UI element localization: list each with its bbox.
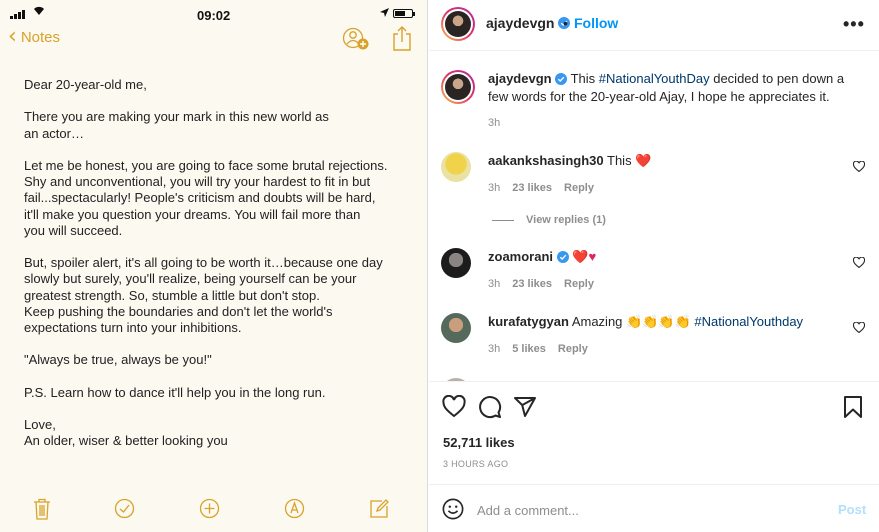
battery-icon — [393, 9, 415, 18]
chevron-left-icon: ‹ — [8, 24, 17, 49]
divider — [492, 219, 514, 221]
note-line: Keep pushing the boundaries and don't le… — [24, 303, 333, 319]
comment-time[interactable]: 3h — [488, 278, 500, 290]
post-timestamp[interactable]: 3 HOURS AGO — [443, 459, 508, 469]
comment-text: kurafatygyan Amazing 👏👏👏👏 #NationalYouth… — [488, 313, 858, 331]
share-icon[interactable] — [392, 26, 412, 52]
note-signature: An older, wiser & better looking you — [24, 433, 228, 449]
comment-time[interactable]: 3h — [488, 343, 500, 355]
heart-emoji: ❤️♥ — [572, 249, 597, 264]
comment-username[interactable]: kurafatygyan — [488, 314, 569, 329]
comment-username[interactable]: zoamorani — [488, 249, 553, 264]
location-arrow-icon — [380, 8, 389, 17]
comment-likes[interactable]: 5 likes — [512, 343, 546, 355]
trash-icon[interactable] — [33, 498, 51, 520]
post-actions — [429, 395, 879, 425]
comment-likes[interactable]: 23 likes — [512, 182, 552, 194]
heart-icon[interactable] — [853, 161, 865, 172]
comment-text: aakankshasingh30 This ❤️ — [488, 152, 858, 170]
heart-emoji: ❤️ — [635, 153, 652, 168]
header-separator: • — [563, 15, 568, 31]
signal-icon — [10, 10, 25, 19]
caption-meta: 3h — [488, 117, 500, 129]
avatar[interactable] — [441, 152, 471, 182]
avatar[interactable] — [441, 7, 475, 41]
emoji-icon[interactable] — [442, 498, 464, 520]
note-line: There you are making your mark in this n… — [24, 109, 329, 125]
like-icon[interactable] — [442, 395, 466, 419]
markup-pen-icon[interactable] — [284, 498, 305, 519]
verified-badge-icon — [555, 73, 568, 85]
note-line: Shy and unconventional, you will try you… — [24, 174, 371, 190]
back-label: Notes — [20, 28, 60, 46]
avatar[interactable] — [441, 313, 471, 343]
post-button[interactable]: Post — [838, 502, 866, 517]
header-username[interactable]: ajaydevgn — [486, 15, 554, 31]
comment-meta: 3h 23 likes Reply — [488, 278, 594, 290]
comment-username[interactable]: aakankshasingh30 — [488, 153, 604, 168]
wifi-icon — [34, 6, 44, 16]
comment-time[interactable]: 3h — [488, 182, 500, 194]
back-button[interactable]: ‹ Notes — [8, 24, 60, 49]
note-line: But, spoiler alert, it's all going to be… — [24, 255, 383, 271]
note-ps: P.S. Learn how to dance it'll help you i… — [24, 384, 326, 400]
caption-time[interactable]: 3h — [488, 117, 500, 129]
checkmark-circle-icon[interactable] — [114, 498, 135, 519]
post-header: ajaydevgn • Follow ••• — [429, 0, 879, 51]
comment-likes[interactable]: 23 likes — [512, 278, 552, 290]
comment-body: This — [607, 153, 636, 168]
note-quote: "Always be true, always be you!" — [24, 352, 212, 368]
comments-section[interactable]: ajaydevgn This #NationalYouthDay decided… — [429, 52, 879, 382]
note-line: greatest strength. So, stumble a little … — [24, 287, 320, 303]
avatar[interactable] — [441, 70, 475, 104]
caption-username[interactable]: ajaydevgn — [488, 71, 552, 86]
avatar[interactable] — [441, 378, 471, 381]
more-options-button[interactable]: ••• — [843, 14, 865, 35]
note-line: it'll make you question your dreams. You… — [24, 206, 361, 222]
reply-button[interactable]: Reply — [558, 343, 588, 355]
heart-icon[interactable] — [853, 322, 865, 333]
note-line: you will succeed. — [24, 222, 123, 238]
reply-button[interactable]: Reply — [564, 182, 594, 194]
note-line: expectations turn into your inhibitions. — [24, 320, 242, 335]
note-line: slowly but surely, you'll realize, being… — [24, 271, 357, 287]
comment-meta: 3h 23 likes Reply — [488, 182, 594, 194]
follow-button[interactable]: Follow — [574, 15, 618, 31]
share-icon[interactable] — [513, 395, 537, 419]
plus-circle-icon[interactable] — [199, 498, 220, 519]
instagram-post-panel: ajaydevgn • Follow ••• ajaydevgn This #N… — [429, 0, 879, 532]
note-line: Let me be honest, you are going to face … — [24, 157, 388, 173]
comment-meta: 3h 5 likes Reply — [488, 343, 588, 355]
caption-text-before: This — [570, 71, 599, 86]
add-comment-bar: Post — [429, 484, 879, 532]
caption-text: ajaydevgn This #NationalYouthDay decided… — [488, 70, 858, 106]
notes-screenshot: 09:02 ‹ Notes Dear 20-year-old me, There… — [0, 0, 428, 532]
notes-nav-bar: ‹ Notes — [0, 24, 427, 54]
heart-icon[interactable] — [853, 257, 865, 268]
comment-icon[interactable] — [478, 395, 502, 419]
note-line: fail...spectacularly! People's criticism… — [24, 190, 376, 206]
notes-toolbar — [0, 494, 428, 524]
status-time: 09:02 — [197, 8, 231, 23]
avatar[interactable] — [441, 248, 471, 278]
comment-input[interactable] — [477, 499, 817, 521]
note-content: Dear 20-year-old me, There you are makin… — [24, 77, 419, 450]
caption-hashtag[interactable]: #NationalYouthDay — [599, 71, 710, 86]
save-bookmark-icon[interactable] — [842, 395, 864, 419]
reply-button[interactable]: Reply — [564, 278, 594, 290]
note-greeting: Dear 20-year-old me, — [24, 77, 147, 92]
clap-emoji: 👏👏👏👏 — [626, 314, 691, 329]
view-replies-label: View replies (1) — [526, 214, 606, 226]
compose-icon[interactable] — [369, 498, 390, 519]
add-person-icon[interactable] — [342, 27, 370, 51]
note-line: an actor… — [24, 125, 84, 141]
verified-badge-icon — [556, 251, 569, 263]
note-signoff: Love, — [24, 417, 56, 433]
comment-text: zoamorani ❤️♥ — [488, 248, 858, 266]
likes-count[interactable]: 52,711 likes — [443, 435, 515, 450]
comment-hashtag[interactable]: #NationalYouthday — [691, 314, 803, 329]
comment-body: Amazing — [571, 314, 627, 329]
view-replies-button[interactable]: View replies (1) — [492, 214, 606, 226]
